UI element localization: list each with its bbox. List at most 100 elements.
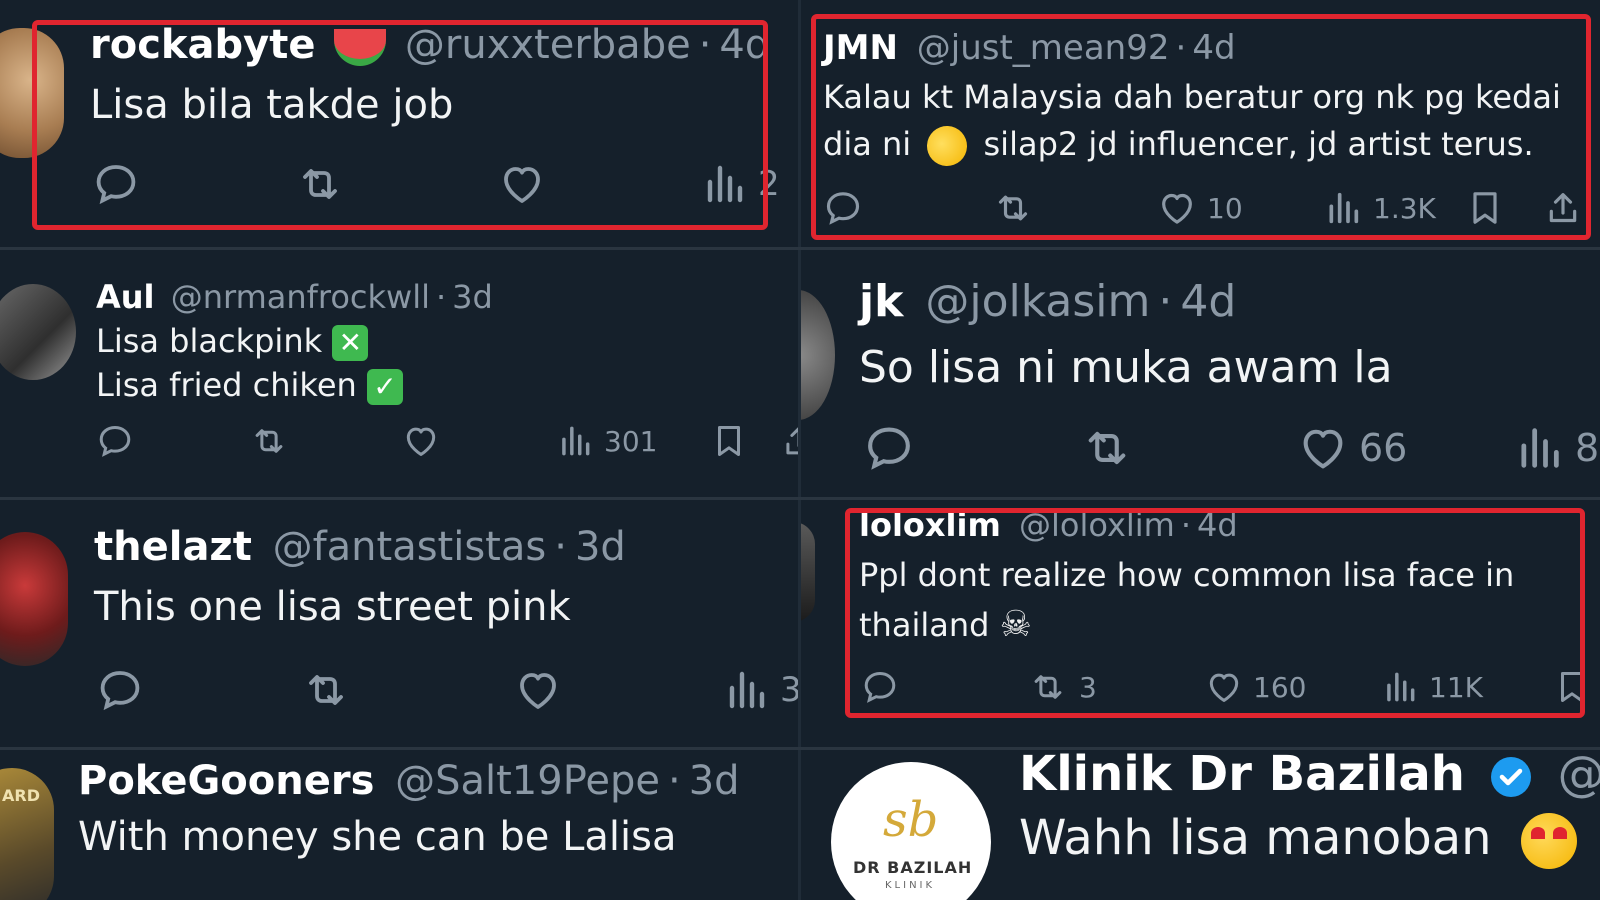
avatar[interactable]	[801, 522, 815, 622]
handle[interactable]: @loloxlim	[1019, 506, 1175, 544]
tweet-jmn[interactable]: JMN @just_mean92 · 4d Kalau kt Malaysia da…	[801, 0, 1600, 247]
avatar[interactable]: ARD	[0, 768, 54, 900]
share-icon	[1543, 188, 1583, 228]
check-mark-icon: ✓	[366, 369, 403, 405]
avatar[interactable]	[0, 532, 68, 666]
tweet-text-line-2a: dia ni	[823, 125, 912, 163]
tweet-jk[interactable]: jk @jolkasim · 4d So lisa ni muka awam la …	[801, 250, 1600, 497]
display-name[interactable]: PokeGooners	[78, 758, 374, 804]
timestamp[interactable]: 4d	[1192, 28, 1235, 68]
like-icon	[514, 666, 562, 714]
tweet-text: This one lisa street pink	[94, 584, 571, 630]
tweet-pokegooners[interactable]: ARD PokeGooners @Salt19Pepe · 3d With mone…	[0, 750, 798, 900]
retweet-button[interactable]	[991, 188, 1035, 228]
handle[interactable]: @fantastistas	[273, 524, 547, 570]
handle[interactable]: @Salt19Pepe	[395, 758, 660, 804]
retweet-icon	[294, 160, 346, 208]
display-name[interactable]: loloxlim	[859, 506, 1001, 544]
display-name[interactable]: rockabyte	[90, 22, 315, 68]
timestamp[interactable]: 4d	[1197, 506, 1238, 544]
reply-button[interactable]	[96, 666, 144, 714]
watermelon-icon	[334, 28, 387, 66]
views-button[interactable]: 3	[722, 666, 798, 714]
bookmark-button[interactable]	[1465, 188, 1505, 228]
retweet-icon	[1079, 422, 1135, 474]
avatar-logo[interactable]: sb DR BAZILAH KLINIK	[831, 762, 991, 900]
retweet-button[interactable]	[294, 160, 346, 208]
display-name[interactable]: JMN	[823, 28, 898, 68]
retweet-icon	[1027, 668, 1069, 706]
like-count: 160	[1253, 670, 1307, 704]
views-count: 301	[604, 424, 658, 458]
timestamp[interactable]: 4d	[719, 22, 770, 68]
avatar[interactable]	[801, 290, 835, 420]
reply-button[interactable]	[861, 668, 899, 706]
tweet-text-line-2b: silap2 jd influencer, jd artist terus.	[983, 125, 1534, 163]
like-button[interactable]: 66	[1297, 422, 1407, 474]
reply-icon	[96, 422, 134, 460]
handle[interactable]: @just_mean92	[917, 28, 1170, 68]
handle[interactable]: @kl	[1558, 750, 1600, 802]
tweet-text: With money she can be Lalisa	[78, 814, 677, 860]
reply-icon	[92, 160, 140, 208]
views-button[interactable]: 2	[700, 160, 780, 208]
like-button[interactable]	[402, 422, 440, 460]
views-count: 3	[780, 670, 798, 710]
tweet-klinik[interactable]: sb DR BAZILAH KLINIK Klinik Dr Bazilah @…	[801, 750, 1600, 900]
tweet-text-line-1: Kalau kt Malaysia dah beratur org nk pg …	[823, 78, 1561, 116]
retweet-button[interactable]	[248, 422, 290, 460]
avatar[interactable]	[0, 28, 64, 158]
bookmark-button[interactable]	[710, 422, 748, 460]
reply-button[interactable]	[863, 422, 915, 474]
tweet-text-line-1: Lisa blackpink	[96, 322, 323, 360]
logo-name: DR BAZILAH	[853, 858, 973, 877]
reply-icon	[823, 188, 863, 228]
timestamp[interactable]: 3d	[452, 278, 493, 316]
reply-button[interactable]	[92, 160, 140, 208]
retweet-button[interactable]	[300, 666, 352, 714]
retweet-button[interactable]	[1079, 422, 1135, 474]
views-icon	[722, 666, 770, 714]
retweet-icon	[248, 422, 290, 460]
bookmark-icon	[710, 422, 748, 460]
reply-icon	[861, 668, 899, 706]
like-button[interactable]: 10	[1157, 188, 1243, 228]
retweet-button[interactable]: 3	[1027, 668, 1097, 706]
timestamp[interactable]: 3d	[689, 758, 740, 804]
views-button[interactable]: 301	[556, 422, 657, 460]
timestamp[interactable]: 4d	[1180, 276, 1236, 327]
reply-button[interactable]	[96, 422, 134, 460]
display-name[interactable]: thelazt	[94, 524, 252, 570]
like-button[interactable]	[514, 666, 562, 714]
share-icon	[780, 422, 798, 460]
share-button[interactable]	[780, 422, 798, 460]
display-name[interactable]: jk	[859, 276, 903, 327]
tweet-loloxlim[interactable]: loloxlim @loloxlim · 4d Ppl dont realize h…	[801, 500, 1600, 747]
tweet-aul[interactable]: Aul @nrmanfrockwll · 3d Lisa blackpink ✕ L…	[0, 250, 798, 497]
like-button[interactable]: 160	[1205, 668, 1306, 706]
handle[interactable]: @nrmanfrockwll	[171, 278, 430, 316]
views-button[interactable]: 11K	[1381, 668, 1483, 706]
tweet-thelazt[interactable]: thelazt @fantastistas · 3d This one lisa s…	[0, 500, 798, 747]
views-button[interactable]: 8	[1513, 422, 1599, 474]
views-button[interactable]: 1.3K	[1323, 188, 1436, 228]
timestamp[interactable]: 3d	[575, 524, 626, 570]
tweet-collage: rockabyte @ruxxterbabe · 4d Lisa bila takd…	[0, 0, 1600, 900]
reply-button[interactable]	[823, 188, 863, 228]
bookmark-icon	[1465, 188, 1505, 228]
handle[interactable]: @ruxxterbabe	[405, 22, 691, 68]
bookmark-button[interactable]	[1553, 668, 1591, 706]
share-button[interactable]	[1543, 188, 1583, 228]
display-name[interactable]: Klinik Dr Bazilah	[1019, 750, 1465, 802]
verified-icon	[1491, 757, 1532, 797]
tweet-text: So lisa ni muka awam la	[859, 342, 1393, 393]
avatar[interactable]	[0, 284, 76, 380]
cross-mark-icon: ✕	[332, 325, 369, 361]
display-name[interactable]: Aul	[96, 278, 155, 316]
handle[interactable]: @jolkasim	[925, 276, 1150, 327]
views-count: 8	[1575, 426, 1600, 470]
like-button[interactable]	[498, 160, 546, 208]
separator: ·	[1180, 506, 1192, 544]
tweet-rockabyte[interactable]: rockabyte @ruxxterbabe · 4d Lisa bila takd…	[0, 0, 798, 247]
like-icon	[402, 422, 440, 460]
